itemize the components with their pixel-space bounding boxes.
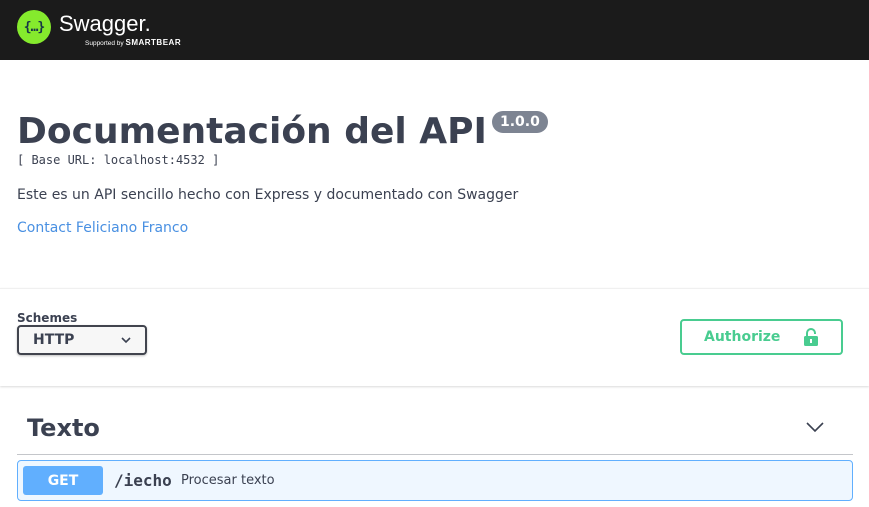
swagger-logo-icon: {…} (17, 10, 51, 44)
api-description: Este es un API sencillo hecho con Expres… (17, 187, 519, 203)
method-badge: GET (23, 466, 103, 495)
chevron-down-icon (121, 337, 131, 344)
schemes-label: Schemes (17, 311, 78, 325)
base-url: [ Base URL: localhost:4532 ] (17, 153, 220, 167)
swagger-logo[interactable]: {…} Swagger. Supported by SMARTBEAR (17, 10, 181, 47)
contact-link[interactable]: Contact Feliciano Franco (17, 220, 188, 236)
schemes-bar: Schemes HTTP Authorize (0, 288, 869, 386)
tag-title: Texto (27, 414, 100, 442)
page-title: Documentación del API (17, 111, 487, 152)
operation-path: /iecho (114, 471, 172, 490)
authorize-label: Authorize (704, 329, 781, 345)
operation-get-iecho[interactable]: GET /iecho Procesar texto (17, 460, 853, 501)
api-info: Documentación del API 1.0.0 [ Base URL: … (0, 60, 869, 288)
unlock-icon (804, 328, 818, 346)
chevron-down-icon[interactable] (805, 420, 825, 434)
schemes-selected-value: HTTP (33, 332, 75, 348)
schemes-select[interactable]: HTTP (17, 325, 147, 355)
authorize-button[interactable]: Authorize (680, 319, 843, 355)
logo-tagline: Supported by SMARTBEAR (85, 38, 182, 47)
operation-summary: Procesar texto (181, 473, 275, 488)
logo-name: Swagger (59, 11, 145, 36)
tag-section-texto[interactable]: Texto (17, 408, 853, 455)
topbar: {…} Swagger. Supported by SMARTBEAR (0, 0, 869, 60)
version-badge: 1.0.0 (492, 111, 548, 133)
